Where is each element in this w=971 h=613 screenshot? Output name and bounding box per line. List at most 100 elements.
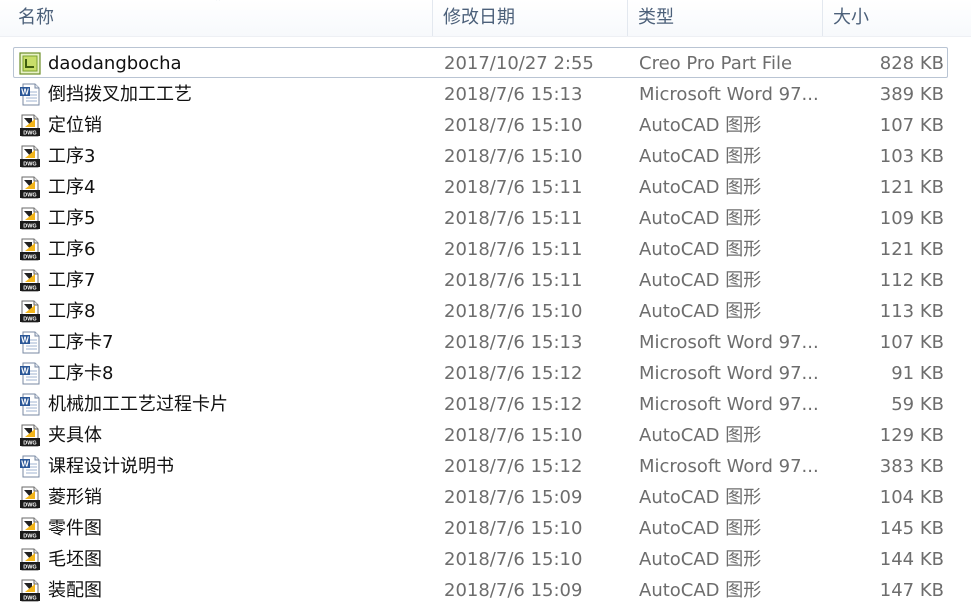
column-divider[interactable]: [822, 0, 823, 36]
autocad-dwg-icon: DWG: [19, 238, 41, 261]
file-row[interactable]: DWG 工序3 2018/7/6 15:10 AutoCAD 图形 103 KB: [13, 140, 948, 171]
file-size: 144 KB: [879, 549, 944, 570]
file-type: AutoCAD 图形: [639, 425, 762, 446]
file-type: Microsoft Word 97...: [639, 363, 819, 384]
svg-text:W: W: [21, 88, 29, 97]
file-row[interactable]: daodangbocha 2017/10/27 2:55 Creo Pro Part…: [13, 47, 948, 78]
file-modified-date: 2018/7/6 15:09: [444, 487, 583, 508]
svg-text:W: W: [21, 336, 29, 345]
file-name: 零件图: [48, 518, 102, 539]
file-row[interactable]: DWG 工序7 2018/7/6 15:11 AutoCAD 图形 112 KB: [13, 264, 948, 295]
file-modified-date: 2018/7/6 15:12: [444, 363, 583, 384]
file-row[interactable]: DWG 毛坯图 2018/7/6 15:10 AutoCAD 图形 144 KB: [13, 543, 948, 574]
word-document-icon: W: [19, 83, 41, 106]
file-name: 夹具体: [48, 425, 102, 446]
file-row[interactable]: DWG 装配图 2018/7/6 15:09 AutoCAD 图形 147 KB: [13, 574, 948, 605]
svg-text:W: W: [21, 367, 29, 376]
file-modified-date: 2018/7/6 15:10: [444, 549, 583, 570]
autocad-dwg-icon: DWG: [19, 548, 41, 571]
file-modified-date: 2018/7/6 15:10: [444, 146, 583, 167]
file-row[interactable]: DWG 夹具体 2018/7/6 15:10 AutoCAD 图形 129 KB: [13, 419, 948, 450]
file-type: Creo Pro Part File: [639, 53, 793, 74]
column-header-size[interactable]: 大小: [833, 0, 953, 36]
column-header-type[interactable]: 类型: [638, 0, 818, 36]
autocad-dwg-icon: DWG: [19, 114, 41, 137]
file-size: 103 KB: [879, 146, 944, 167]
file-row[interactable]: DWG 工序8 2018/7/6 15:10 AutoCAD 图形 113 KB: [13, 295, 948, 326]
file-modified-date: 2018/7/6 15:13: [444, 84, 583, 105]
file-modified-date: 2018/7/6 15:10: [444, 301, 583, 322]
svg-text:W: W: [21, 460, 29, 469]
column-divider[interactable]: [627, 0, 628, 36]
file-row[interactable]: W 课程设计说明书 2018/7/6 15:12 Microsoft Word 97.…: [13, 450, 948, 481]
file-type: AutoCAD 图形: [639, 239, 762, 260]
column-header-date[interactable]: 修改日期: [443, 0, 623, 36]
file-modified-date: 2018/7/6 15:11: [444, 270, 583, 291]
column-header-bar: 名称 ⌃ 修改日期 类型 大小: [0, 0, 971, 37]
file-type: Microsoft Word 97...: [639, 456, 819, 477]
file-modified-date: 2018/7/6 15:12: [444, 394, 583, 415]
autocad-dwg-icon: DWG: [19, 207, 41, 230]
svg-text:DWG: DWG: [23, 503, 36, 509]
file-type: AutoCAD 图形: [639, 518, 762, 539]
file-row[interactable]: W 倒挡拨叉加工工艺 2018/7/6 15:13 Microsoft Word 97…: [13, 78, 948, 109]
file-size: 104 KB: [879, 487, 944, 508]
file-modified-date: 2018/7/6 15:11: [444, 177, 583, 198]
svg-text:DWG: DWG: [23, 286, 36, 292]
file-name: 工序6: [48, 239, 96, 260]
file-row[interactable]: DWG 工序6 2018/7/6 15:11 AutoCAD 图形 121 KB: [13, 233, 948, 264]
file-size: 129 KB: [879, 425, 944, 446]
file-modified-date: 2018/7/6 15:11: [444, 208, 583, 229]
autocad-dwg-icon: DWG: [19, 517, 41, 540]
autocad-dwg-icon: DWG: [19, 269, 41, 292]
file-name: 工序5: [48, 208, 96, 229]
file-row[interactable]: DWG 工序5 2018/7/6 15:11 AutoCAD 图形 109 KB: [13, 202, 948, 233]
file-name: daodangbocha: [48, 53, 182, 74]
file-name: 菱形销: [48, 487, 102, 508]
file-size: 113 KB: [879, 301, 944, 322]
file-name: 装配图: [48, 580, 102, 601]
file-row[interactable]: DWG 菱形销 2018/7/6 15:09 AutoCAD 图形 104 KB: [13, 481, 948, 512]
file-modified-date: 2018/7/6 15:11: [444, 239, 583, 260]
file-row[interactable]: W 工序卡8 2018/7/6 15:12 Microsoft Word 97... 9…: [13, 357, 948, 388]
svg-text:DWG: DWG: [23, 596, 36, 602]
file-size: 145 KB: [879, 518, 944, 539]
svg-text:DWG: DWG: [23, 255, 36, 261]
svg-text:DWG: DWG: [23, 131, 36, 137]
svg-text:DWG: DWG: [23, 193, 36, 199]
file-modified-date: 2018/7/6 15:10: [444, 518, 583, 539]
file-name: 工序7: [48, 270, 96, 291]
file-type: AutoCAD 图形: [639, 580, 762, 601]
file-row[interactable]: DWG 定位销 2018/7/6 15:10 AutoCAD 图形 107 KB: [13, 109, 948, 140]
file-modified-date: 2018/7/6 15:10: [444, 115, 583, 136]
column-divider[interactable]: [432, 0, 433, 36]
file-modified-date: 2018/7/6 15:13: [444, 332, 583, 353]
svg-text:DWG: DWG: [23, 565, 36, 571]
file-name: 工序8: [48, 301, 96, 322]
autocad-dwg-icon: DWG: [19, 145, 41, 168]
file-row[interactable]: DWG 零件图 2018/7/6 15:10 AutoCAD 图形 145 KB: [13, 512, 948, 543]
file-size: 147 KB: [879, 580, 944, 601]
file-name: 工序卡8: [48, 363, 114, 384]
file-size: 828 KB: [879, 53, 944, 74]
svg-text:DWG: DWG: [23, 317, 36, 323]
file-modified-date: 2017/10/27 2:55: [444, 53, 594, 74]
file-type: AutoCAD 图形: [639, 301, 762, 322]
file-type: AutoCAD 图形: [639, 146, 762, 167]
file-size: 121 KB: [879, 177, 944, 198]
svg-text:DWG: DWG: [23, 224, 36, 230]
file-size: 107 KB: [879, 332, 944, 353]
file-row[interactable]: W 工序卡7 2018/7/6 15:13 Microsoft Word 97... 1…: [13, 326, 948, 357]
file-row[interactable]: DWG 工序4 2018/7/6 15:11 AutoCAD 图形 121 KB: [13, 171, 948, 202]
file-name: 定位销: [48, 115, 102, 136]
file-size: 389 KB: [879, 84, 944, 105]
file-name: 倒挡拨叉加工工艺: [48, 84, 192, 105]
word-document-icon: W: [19, 331, 41, 354]
word-document-icon: W: [19, 455, 41, 478]
file-name: 工序卡7: [48, 332, 114, 353]
file-row[interactable]: W 机械加工工艺过程卡片 2018/7/6 15:12 Microsoft Word …: [13, 388, 948, 419]
file-type: Microsoft Word 97...: [639, 332, 819, 353]
file-size: 107 KB: [879, 115, 944, 136]
word-document-icon: W: [19, 362, 41, 385]
file-name: 机械加工工艺过程卡片: [48, 394, 228, 415]
